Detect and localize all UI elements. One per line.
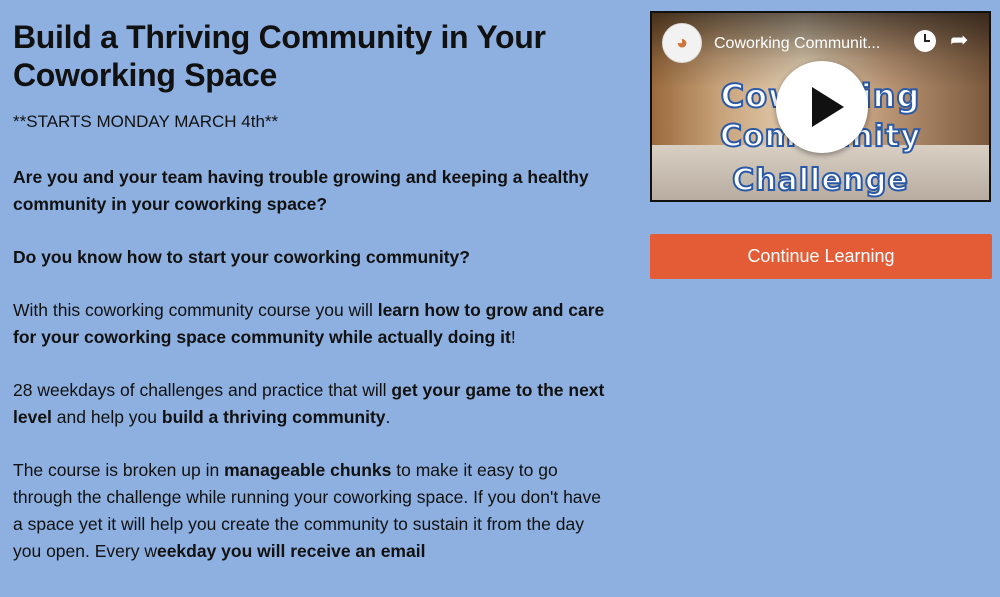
start-date: **STARTS MONDAY MARCH 4th** xyxy=(13,112,279,131)
continue-learning-button[interactable]: Continue Learning xyxy=(650,234,992,279)
question-paragraph: Are you and your team having trouble gro… xyxy=(13,167,589,214)
channel-logo-icon[interactable]: ◕ xyxy=(662,23,702,63)
watch-later-clock-icon[interactable] xyxy=(914,30,936,52)
video-title[interactable]: Coworking Communit... xyxy=(714,35,880,53)
video-overlay-line3: Challenge xyxy=(731,162,909,199)
question-paragraph-2: Do you know how to start your coworking … xyxy=(13,247,470,267)
course-paragraph: With this coworking community course you… xyxy=(13,300,605,347)
share-icon[interactable]: ➦ xyxy=(950,27,968,53)
course-description: Build a Thriving Community in Your Cowor… xyxy=(13,18,613,565)
chunks-paragraph: The course is broken up in manageable ch… xyxy=(13,460,602,561)
weekdays-paragraph: 28 weekdays of challenges and practice t… xyxy=(13,380,605,427)
play-icon[interactable] xyxy=(776,61,868,153)
page-title: Build a Thriving Community in Your Cowor… xyxy=(13,19,546,93)
video-player[interactable]: ◕ Coworking Communit... ➦ Coworking Comm… xyxy=(650,11,991,202)
